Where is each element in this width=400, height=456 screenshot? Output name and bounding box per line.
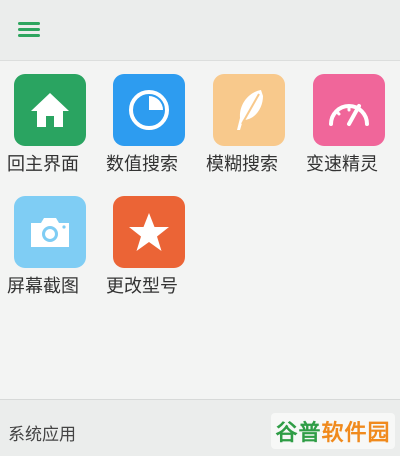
- star-icon: [113, 196, 185, 268]
- app-tile-change-model[interactable]: 更改型号: [106, 196, 196, 316]
- feather-icon: [213, 74, 285, 146]
- app-label: 模糊搜索: [206, 154, 278, 175]
- app-tile-fuzzy-search[interactable]: 模糊搜索: [206, 74, 296, 194]
- app-tile-numeric-search[interactable]: 数值搜索: [106, 74, 196, 194]
- app-label: 回主界面: [7, 154, 79, 175]
- app-tile-home[interactable]: 回主界面: [7, 74, 97, 194]
- hamburger-menu-icon[interactable]: [18, 22, 42, 40]
- top-bar: [0, 0, 400, 61]
- app-tile-speed-wizard[interactable]: 变速精灵: [306, 74, 396, 194]
- app-tile-screenshot[interactable]: 屏幕截图: [7, 196, 97, 316]
- app-label: 更改型号: [106, 276, 178, 297]
- app-label: 数值搜索: [106, 154, 178, 175]
- app-label: 变速精灵: [306, 154, 378, 175]
- system-apps-bar: 系统应用 谷普 软件园: [0, 399, 400, 456]
- camera-icon: [14, 196, 86, 268]
- pie-chart-icon: [113, 74, 185, 146]
- section-title: 系统应用: [8, 425, 76, 445]
- watermark-logo: 谷普 软件园: [271, 413, 395, 449]
- app-label: 屏幕截图: [7, 276, 79, 297]
- speedometer-icon: [313, 74, 385, 146]
- home-icon: [14, 74, 86, 146]
